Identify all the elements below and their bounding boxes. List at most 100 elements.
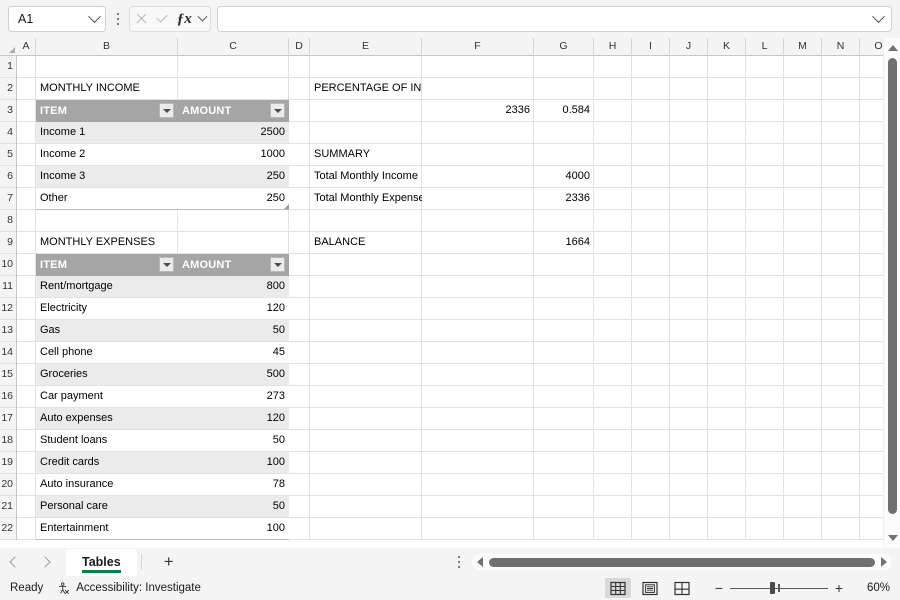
row-header-15[interactable]: 15: [0, 364, 16, 386]
row-header-14[interactable]: 14: [0, 342, 16, 364]
row-header-17[interactable]: 17: [0, 408, 16, 430]
cell-F3[interactable]: 2336: [422, 100, 534, 122]
cell-C17[interactable]: 120: [178, 408, 289, 430]
triangle-right-icon[interactable]: [876, 557, 892, 567]
column-header-I[interactable]: I: [632, 38, 670, 56]
row-header-21[interactable]: 21: [0, 496, 16, 518]
cell-B5[interactable]: Income 2: [36, 144, 178, 166]
cell-B21[interactable]: Personal care: [36, 496, 178, 518]
cell-E6[interactable]: Total Monthly Income: [310, 166, 422, 188]
row-header-8[interactable]: 8: [0, 210, 16, 232]
cell-G7[interactable]: 2336: [534, 188, 594, 210]
column-header-F[interactable]: F: [422, 38, 534, 56]
row-header-11[interactable]: 11: [0, 276, 16, 298]
zoom-slider[interactable]: [730, 580, 828, 596]
row-header-13[interactable]: 13: [0, 320, 16, 342]
row-header-1[interactable]: 1: [0, 56, 16, 78]
filter-dropdown-icon[interactable]: [159, 257, 174, 272]
column-header-L[interactable]: L: [746, 38, 784, 56]
cell-B19[interactable]: Credit cards: [36, 452, 178, 474]
cell-E7[interactable]: Total Monthly Expenses: [310, 188, 422, 210]
cell-B18[interactable]: Student loans: [36, 430, 178, 452]
cell-C15[interactable]: 500: [178, 364, 289, 386]
column-header-J[interactable]: J: [670, 38, 708, 56]
row-header-2[interactable]: 2: [0, 78, 16, 100]
column-header-D[interactable]: D: [289, 38, 310, 56]
column-header-M[interactable]: M: [784, 38, 822, 56]
select-all-corner[interactable]: [0, 38, 17, 56]
column-header-C[interactable]: C: [178, 38, 289, 56]
kebab-menu-icon[interactable]: [111, 8, 125, 30]
cell-area[interactable]: ITEM AMOUNT ITEM AMOUNT MONTHLY INCOME PERCEN…: [17, 56, 883, 548]
row-header-12[interactable]: 12: [0, 298, 16, 320]
cell-B9[interactable]: MONTHLY EXPENSES: [36, 232, 178, 254]
check-icon[interactable]: [155, 12, 169, 26]
column-header-G[interactable]: G: [534, 38, 594, 56]
cell-B2[interactable]: MONTHLY INCOME: [36, 78, 178, 100]
zoom-slider-thumb[interactable]: [770, 582, 775, 594]
row-header-4[interactable]: 4: [0, 122, 16, 144]
zoom-in-button[interactable]: +: [830, 580, 848, 596]
cell-B6[interactable]: Income 3: [36, 166, 178, 188]
vertical-scrollbar-thumb[interactable]: [888, 58, 897, 514]
cell-G9[interactable]: 1664: [534, 232, 594, 254]
page-break-view-button[interactable]: [669, 578, 695, 598]
cell-B13[interactable]: Gas: [36, 320, 178, 342]
cell-C21[interactable]: 50: [178, 496, 289, 518]
column-header-E[interactable]: E: [310, 38, 422, 56]
cell-B20[interactable]: Auto insurance: [36, 474, 178, 496]
cell-G3[interactable]: 0.584: [534, 100, 594, 122]
worksheet-grid[interactable]: ABCDEFGHIJKLMNO 1 2 3 4 5 6 7 8 9 10 11 12 13 14 15 16 1…: [0, 38, 900, 548]
cell-B11[interactable]: Rent/mortgage: [36, 276, 178, 298]
cell-B15[interactable]: Groceries: [36, 364, 178, 386]
column-header-A[interactable]: A: [17, 38, 36, 56]
cell-B14[interactable]: Cell phone: [36, 342, 178, 364]
cell-C7[interactable]: 250: [178, 188, 289, 210]
add-sheet-button[interactable]: +: [152, 549, 186, 575]
vertical-scrollbar[interactable]: [883, 38, 900, 548]
row-header-18[interactable]: 18: [0, 430, 16, 452]
zoom-level-label[interactable]: 60%: [854, 582, 890, 594]
cell-B22[interactable]: Entertainment: [36, 518, 178, 540]
row-header-20[interactable]: 20: [0, 474, 16, 496]
row-header-19[interactable]: 19: [0, 452, 16, 474]
cell-B7[interactable]: Other: [36, 188, 178, 210]
triangle-left-icon[interactable]: [472, 557, 488, 567]
cell-C13[interactable]: 50: [178, 320, 289, 342]
horizontal-scrollbar[interactable]: [472, 554, 892, 570]
column-header-K[interactable]: K: [708, 38, 746, 56]
cell-E5[interactable]: SUMMARY: [310, 144, 422, 166]
cell-C14[interactable]: 45: [178, 342, 289, 364]
formula-input[interactable]: [217, 6, 892, 32]
sheet-tab-tables[interactable]: Tables: [66, 548, 137, 576]
cell-B16[interactable]: Car payment: [36, 386, 178, 408]
chevron-down-icon[interactable]: [197, 11, 208, 22]
row-header-10[interactable]: 10: [0, 254, 16, 276]
cell-C19[interactable]: 100: [178, 452, 289, 474]
filter-dropdown-icon[interactable]: [270, 103, 285, 118]
cell-C5[interactable]: 1000: [178, 144, 289, 166]
cell-B12[interactable]: Electricity: [36, 298, 178, 320]
page-layout-view-button[interactable]: [637, 578, 663, 598]
kebab-menu-icon[interactable]: [452, 551, 466, 573]
cell-C6[interactable]: 250: [178, 166, 289, 188]
row-header-9[interactable]: 9: [0, 232, 16, 254]
cell-B4[interactable]: Income 1: [36, 122, 178, 144]
cell-C4[interactable]: 2500: [178, 122, 289, 144]
filter-dropdown-icon[interactable]: [270, 257, 285, 272]
cell-C20[interactable]: 78: [178, 474, 289, 496]
zoom-out-button[interactable]: −: [710, 580, 728, 596]
accessibility-status[interactable]: Accessibility: Investigate: [57, 581, 201, 595]
cell-C16[interactable]: 273: [178, 386, 289, 408]
cell-E9[interactable]: BALANCE: [310, 232, 422, 254]
row-header-22[interactable]: 22: [0, 518, 16, 540]
filter-dropdown-icon[interactable]: [159, 103, 174, 118]
cell-B17[interactable]: Auto expenses: [36, 408, 178, 430]
close-icon[interactable]: [134, 12, 148, 26]
row-header-3[interactable]: 3: [0, 100, 16, 122]
triangle-up-icon[interactable]: [884, 40, 900, 56]
cell-E2[interactable]: PERCENTAGE OF INCOME SPENT: [310, 78, 422, 100]
insert-function-icon[interactable]: ƒx: [177, 11, 192, 27]
cell-C22[interactable]: 100: [178, 518, 289, 540]
name-box[interactable]: A1: [8, 6, 106, 32]
